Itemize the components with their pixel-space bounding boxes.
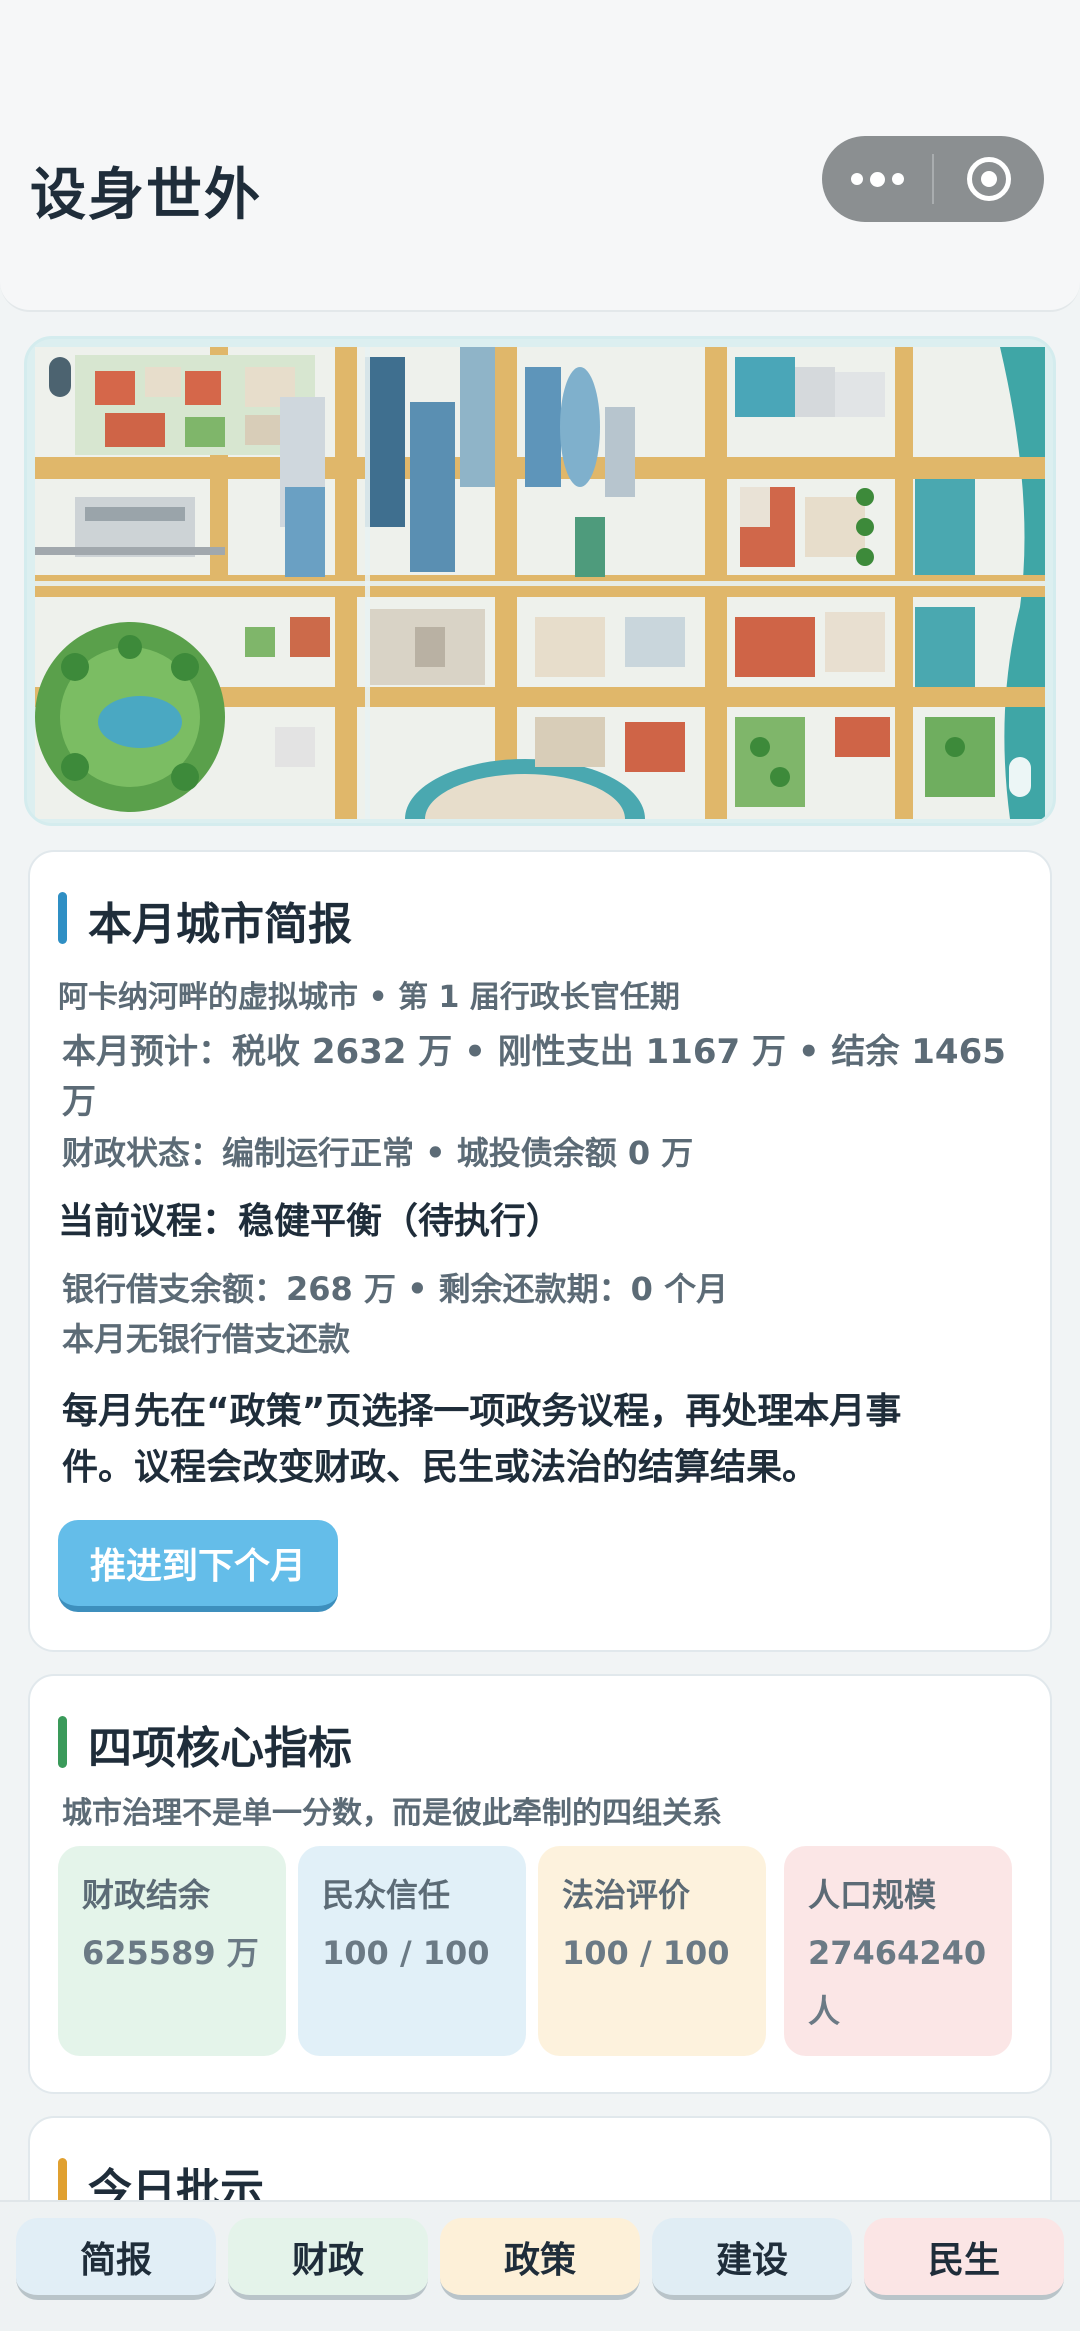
- tab-construction[interactable]: 建设: [652, 2218, 852, 2300]
- briefing-title: 本月城市简报: [58, 888, 352, 952]
- metric-value-number: 27464240: [808, 1934, 987, 1972]
- metric-rule-of-law: 法治评价 100 / 100: [538, 1846, 766, 2056]
- metric-fiscal-surplus: 财政结余 625589 万: [58, 1846, 286, 2056]
- metric-label: 民众信任: [322, 1876, 451, 1914]
- isometric-city-illustration: [35, 347, 1045, 819]
- instruction-line-2: 件。议程会改变财政、民生或法治的结算结果。: [62, 1447, 819, 1488]
- city-map-banner: [24, 336, 1056, 826]
- more-dots-icon: [850, 173, 863, 185]
- indicators-subtitle: 城市治理不是单一分数，而是彼此牵制的四组关系: [62, 1796, 722, 1831]
- tab-livelihood[interactable]: 民生: [864, 2218, 1064, 2300]
- indicators-title: 四项核心指标: [58, 1712, 352, 1776]
- forecast-line-1: 本月预计：税收 2632 万 • 刚性支出 1167 万 • 结余 1465: [62, 1032, 1006, 1072]
- current-agenda: 当前议程：稳健平衡（待执行）: [58, 1201, 563, 1242]
- top-header: 设身世外: [0, 0, 1080, 312]
- metric-value: 100 / 100: [562, 1934, 730, 1972]
- mini-program-capsule: [822, 136, 1044, 222]
- advance-month-button[interactable]: 推进到下个月: [58, 1520, 338, 1612]
- target-circle-icon: [967, 157, 1011, 201]
- metric-value: 27464240 人: [808, 1924, 988, 2040]
- metric-label: 财政结余: [82, 1876, 211, 1914]
- bank-loan-status: 银行借支余额：268 万 • 剩余还款期：0 个月: [62, 1270, 729, 1308]
- bottom-tab-bar: 简报 财政 政策 建设 民生: [0, 2200, 1080, 2331]
- metric-population: 人口规模 27464240 人: [784, 1846, 1012, 2056]
- instruction-line-1: 每月先在“政策”页选择一项政务议程，再处理本月事: [62, 1391, 902, 1432]
- repayment-status: 本月无银行借支还款: [62, 1320, 351, 1358]
- monthly-briefing-card: 本月城市简报 阿卡纳河畔的虚拟城市 • 第 1 届行政长官任期 本月预计：税收 …: [28, 850, 1052, 1652]
- more-menu-button[interactable]: [822, 136, 932, 222]
- tab-policy[interactable]: 政策: [440, 2218, 640, 2300]
- metric-value: 100 / 100: [322, 1934, 490, 1972]
- core-indicators-card: 四项核心指标 城市治理不是单一分数，而是彼此牵制的四组关系 财政结余 62558…: [28, 1674, 1052, 2094]
- city-subtitle: 阿卡纳河畔的虚拟城市 • 第 1 届行政长官任期: [58, 980, 680, 1015]
- metric-label: 法治评价: [562, 1876, 691, 1914]
- tab-finance[interactable]: 财政: [228, 2218, 428, 2300]
- close-program-button[interactable]: [934, 136, 1044, 222]
- metric-label: 人口规模: [808, 1876, 937, 1914]
- metric-value-unit: 人: [808, 1992, 841, 2030]
- app-title: 设身世外: [30, 163, 262, 228]
- fiscal-status: 财政状态：编制运行正常 • 城投债余额 0 万: [62, 1134, 694, 1172]
- tab-briefing[interactable]: 简报: [16, 2218, 216, 2300]
- metric-value: 625589 万: [82, 1934, 259, 1972]
- metric-public-trust: 民众信任 100 / 100: [298, 1846, 526, 2056]
- forecast-line-2: 万: [62, 1082, 96, 1122]
